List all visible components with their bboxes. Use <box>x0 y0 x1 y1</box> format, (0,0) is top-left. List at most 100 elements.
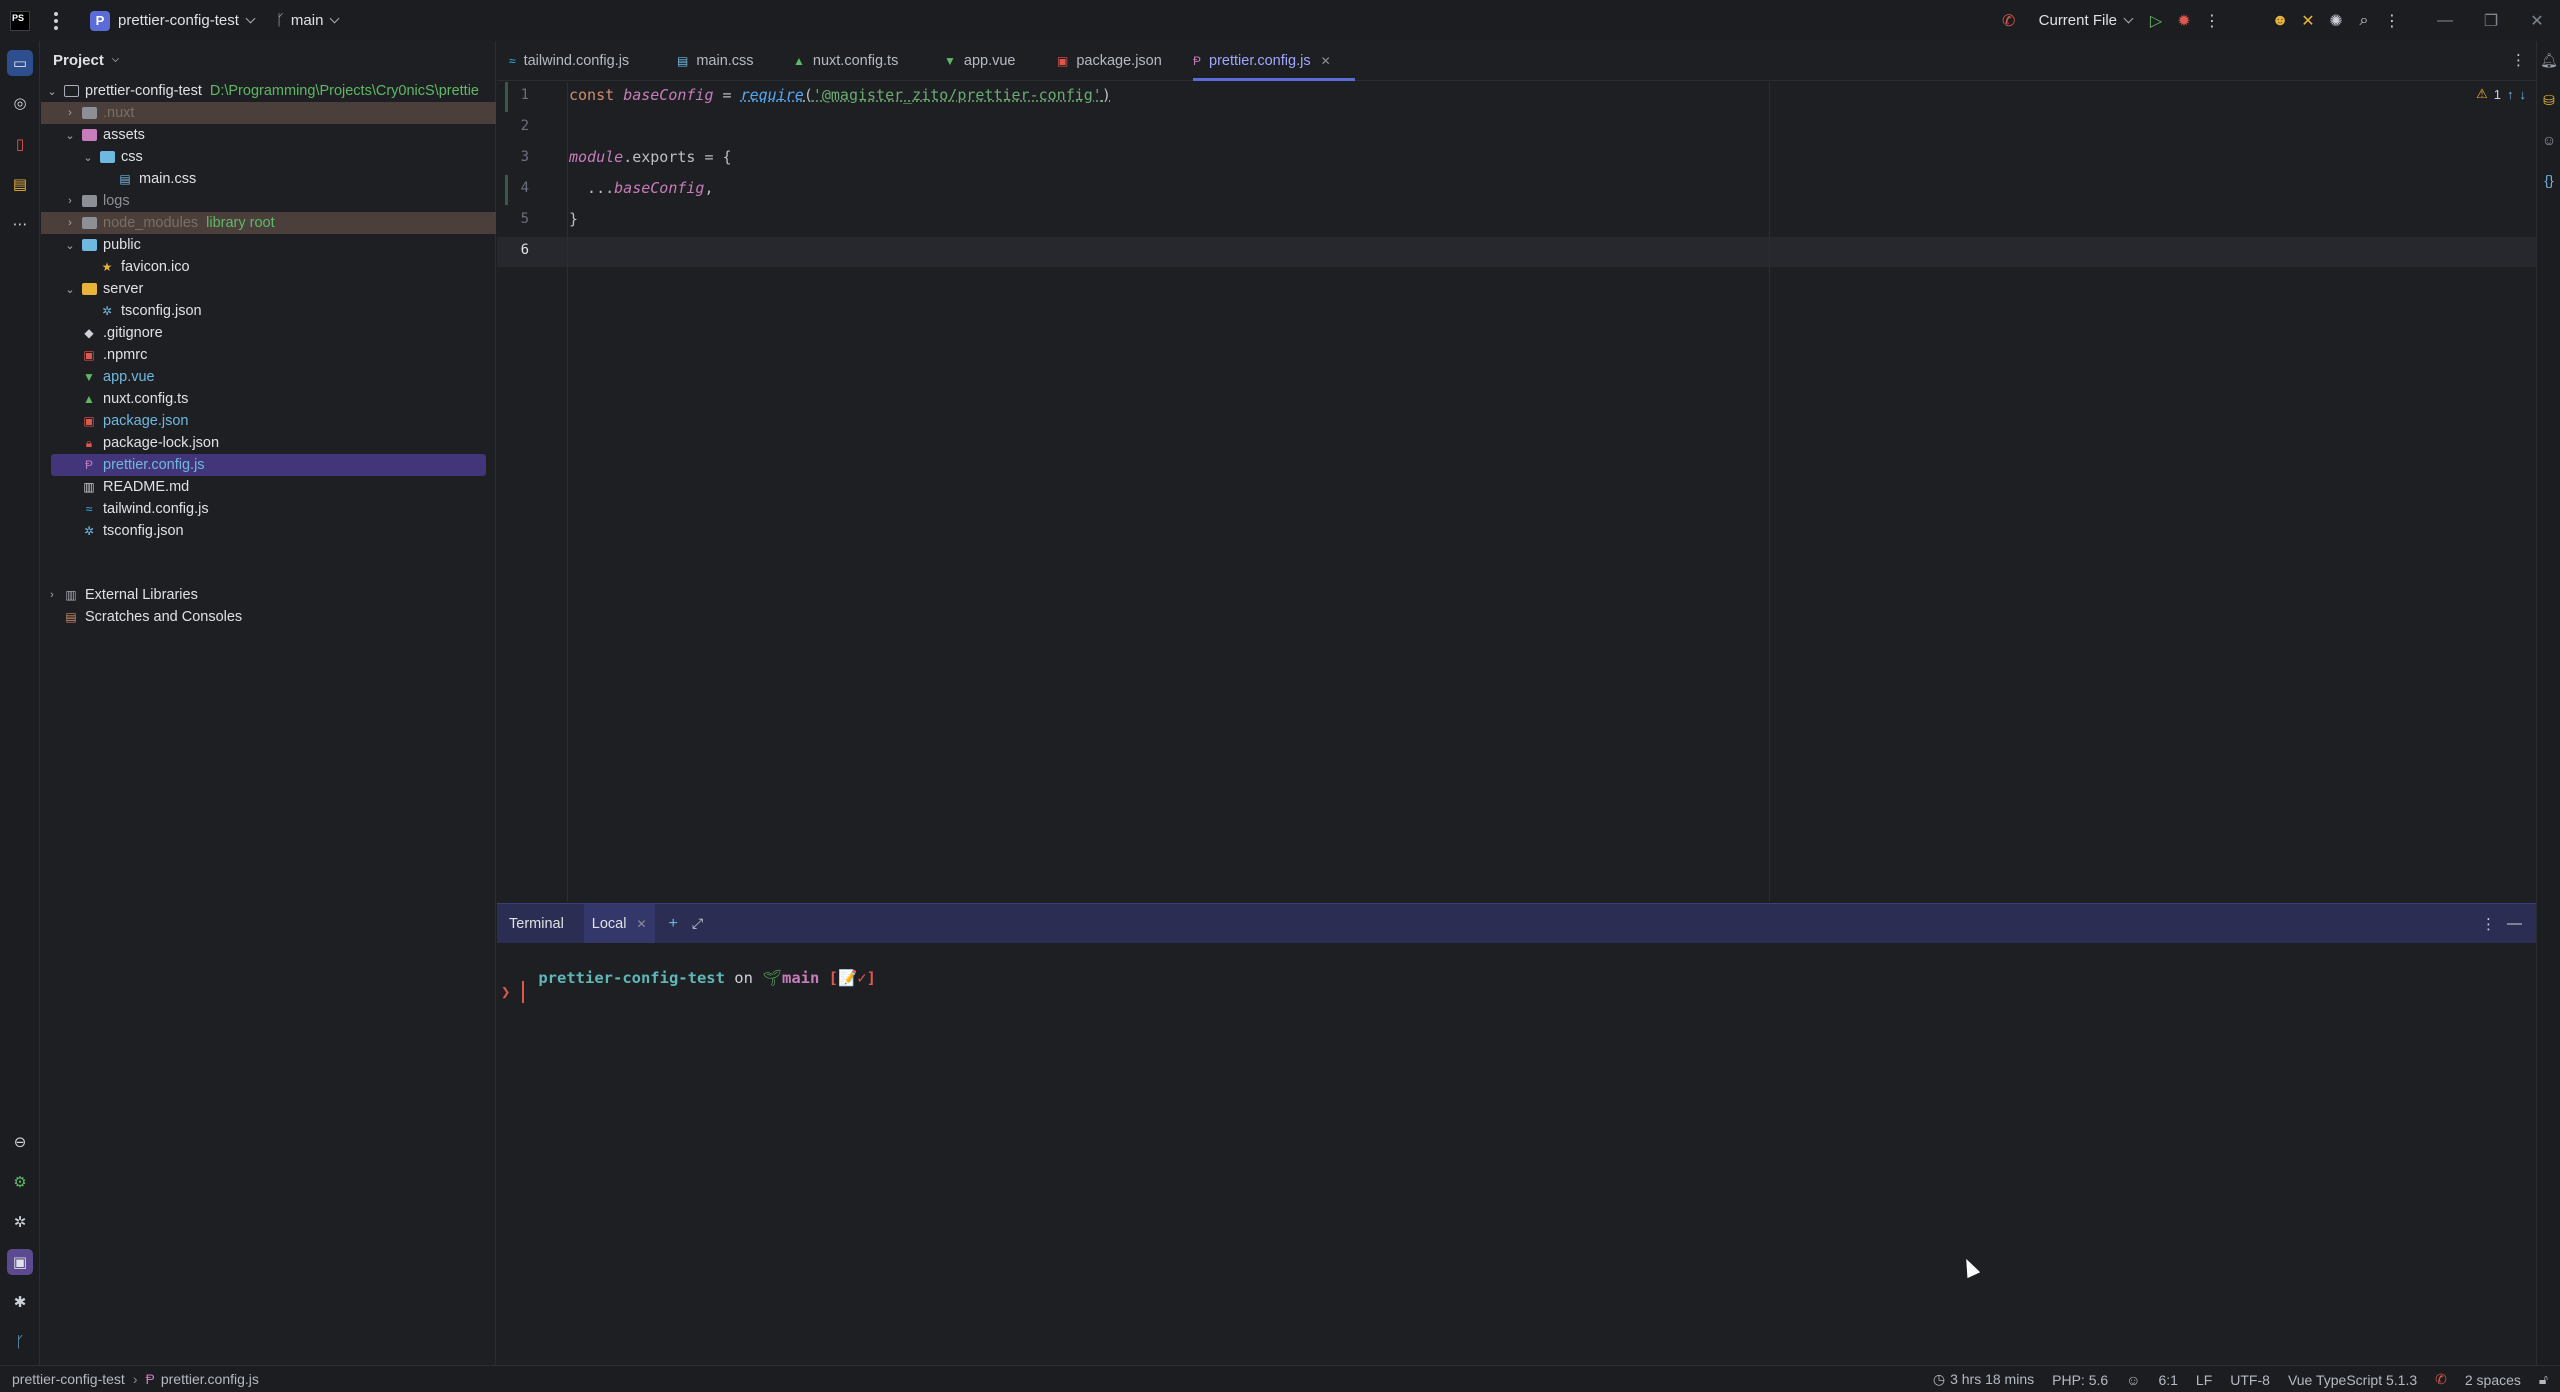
tree-file[interactable]: ≈ tailwind.config.js <box>41 498 496 520</box>
tree-file[interactable]: ▤ main.css <box>41 168 496 190</box>
minimize-window-button[interactable]: — <box>2422 0 2468 41</box>
project-tool-icon[interactable]: ▭ <box>7 50 33 76</box>
problems-icon[interactable]: ✱ <box>7 1289 33 1315</box>
ai-chat-icon[interactable]: ☺ <box>2539 129 2559 151</box>
breadcrumb-project[interactable]: prettier-config-test <box>12 1371 125 1387</box>
chevron-right-icon[interactable]: › <box>63 107 77 119</box>
services-icon[interactable]: ⊖ <box>7 1129 33 1155</box>
ai-status-icon[interactable]: ☺ <box>2126 1372 2140 1388</box>
tree-folder[interactable]: › logs <box>41 190 496 212</box>
file-encoding[interactable]: UTF-8 <box>2230 1372 2270 1388</box>
folder-shape <box>81 283 97 295</box>
tree-folder[interactable]: ⌄ public <box>41 234 496 256</box>
tree-file[interactable]: ▥ README.md <box>41 476 496 498</box>
prettier-icon: Ᵽ <box>84 458 93 472</box>
project-selector[interactable]: P prettier-config-test <box>84 7 260 35</box>
chevron-down-icon[interactable]: ⌄ <box>81 151 95 164</box>
terminal-tool-icon[interactable]: ▣ <box>7 1249 33 1275</box>
tree-root[interactable]: ⌄ prettier-config-test D:\Programming\Pr… <box>41 80 496 102</box>
phpstorm-logo-icon[interactable]: PS <box>10 10 30 31</box>
close-terminal-tab-icon[interactable]: ✕ <box>636 917 646 931</box>
terminal-output[interactable]: prettier-config-test on 🌱︎main [📝✓] ❯ <box>497 943 2536 1365</box>
tree-file[interactable]: ✲ tsconfig.json <box>41 520 496 542</box>
json-structure-icon[interactable]: {} <box>2539 169 2559 191</box>
tab-package-json[interactable]: ▣ package.json <box>1057 41 1162 81</box>
tree-file[interactable]: 🔒︎ package-lock.json <box>41 432 496 454</box>
tree-scratches[interactable]: ▤ Scratches and Consoles <box>41 606 496 628</box>
code-editor[interactable]: 1 2 3 4 5 6 const baseConfig = require('… <box>497 82 2536 902</box>
line-separator[interactable]: LF <box>2196 1372 2212 1388</box>
tree-external-libraries[interactable]: › ▥ External Libraries <box>41 584 496 606</box>
terminal-tab-local[interactable]: Local ✕ <box>583 903 655 944</box>
language-service[interactable]: Vue TypeScript 5.1.3 <box>2288 1372 2417 1388</box>
tree-folder[interactable]: ⌄ server <box>41 278 496 300</box>
tree-file[interactable]: ★ favicon.ico <box>41 256 496 278</box>
npm-tool-icon[interactable]: ▯ <box>7 131 33 157</box>
tree-file[interactable]: ◆ .gitignore <box>41 322 496 344</box>
inspection-widget[interactable]: ⚠ 1 ↑ ↓ <box>2476 86 2526 102</box>
caret-position[interactable]: 6:1 <box>2158 1372 2177 1388</box>
php-level[interactable]: PHP: 5.6 <box>2052 1372 2108 1388</box>
build-tools-icon[interactable]: ✕ <box>2294 7 2322 35</box>
chevron-right-icon[interactable]: › <box>63 195 77 207</box>
run-icon[interactable]: ▷ <box>2142 7 2170 35</box>
chevron-right-icon[interactable]: › <box>63 217 77 229</box>
tree-file[interactable]: Ᵽprettier.config.js <box>51 454 486 476</box>
project-panel-header[interactable]: Project <box>41 41 495 79</box>
close-window-button[interactable]: ✕ <box>2514 0 2560 41</box>
previous-highlight-icon[interactable]: ↑ <box>2507 87 2514 102</box>
tree-folder[interactable]: ⌄ assets <box>41 124 496 146</box>
tree-file[interactable]: ✲ tsconfig.json <box>41 300 496 322</box>
restore-window-button[interactable]: ❐ <box>2468 0 2514 41</box>
plugins-icon[interactable]: ✲ <box>7 1209 33 1235</box>
tree-folder[interactable]: ⌄ css <box>41 146 496 168</box>
tree-file[interactable]: ▣ .npmrc <box>41 344 496 366</box>
time-tracker-widget[interactable]: ◷ 3 hrs 18 mins <box>1933 1371 2034 1388</box>
tab-prettier-config[interactable]: Ᵽ prettier.config.js ✕ <box>1193 41 1355 81</box>
expand-terminal-icon[interactable]: ⤢ <box>692 915 703 932</box>
github-icon[interactable]: ◎ <box>7 90 33 116</box>
tabs-more-icon[interactable]: ⋮ <box>2511 51 2526 69</box>
tree-file[interactable]: ▼ app.vue <box>41 366 496 388</box>
operator: = <box>713 86 741 104</box>
new-terminal-icon[interactable]: + <box>669 915 678 933</box>
read-only-lock-icon[interactable]: 🔓︎ <box>2539 1371 2548 1388</box>
database-icon[interactable]: ⛁ <box>2539 89 2559 111</box>
terminal-options-icon[interactable]: ⋮ <box>2481 915 2496 933</box>
code-with-me-status-icon[interactable]: ✆ <box>2435 1371 2447 1388</box>
tree-folder[interactable]: › .nuxt <box>41 102 496 124</box>
tree-file[interactable]: ▣ package.json <box>41 410 496 432</box>
indent-setting[interactable]: 2 spaces <box>2465 1372 2521 1388</box>
chevron-down-icon[interactable]: ⌄ <box>63 283 77 296</box>
database-tool-icon[interactable]: ▤ <box>7 171 33 197</box>
css-icon: ▤ <box>677 54 689 68</box>
run-settings-icon[interactable]: ⚙ <box>7 1169 33 1195</box>
run-configuration-selector[interactable]: Current File <box>2039 12 2134 29</box>
more-actions-icon[interactable]: ⋮ <box>2198 7 2226 35</box>
tab-main-css[interactable]: ▤ main.css <box>677 41 754 81</box>
settings-menu-icon[interactable]: ⋮ <box>2378 7 2406 35</box>
branch-selector[interactable]: ᚴ main <box>276 12 340 29</box>
tree-folder[interactable]: › node_modules library root <box>41 212 496 234</box>
chevron-down-icon[interactable]: ⌄ <box>63 239 77 252</box>
collaboration-icon[interactable]: ☻ <box>2266 7 2294 35</box>
debug-icon[interactable]: ✹ <box>2170 7 2198 35</box>
chevron-down-icon[interactable]: ⌄ <box>63 129 77 142</box>
tree-file[interactable]: ▲ nuxt.config.ts <box>41 388 496 410</box>
search-icon[interactable]: ⌕ <box>2350 7 2378 35</box>
code-with-me-icon[interactable]: ✆ <box>1995 7 2023 35</box>
ai-assistant-icon[interactable]: ✺ <box>2322 7 2350 35</box>
main-menu-icon[interactable] <box>46 9 66 33</box>
tab-tailwind-config[interactable]: ≈ tailwind.config.js <box>509 41 629 81</box>
notifications-icon[interactable]: 🔔︎ <box>2539 49 2559 71</box>
close-tab-icon[interactable]: ✕ <box>1321 54 1331 68</box>
breadcrumb-file[interactable]: prettier.config.js <box>161 1371 259 1387</box>
hide-terminal-icon[interactable]: — <box>2507 915 2522 932</box>
tab-app-vue[interactable]: ▼ app.vue <box>944 41 1016 81</box>
tree-item-label: package.json <box>103 413 189 429</box>
git-tool-icon[interactable]: ᚴ <box>7 1329 33 1355</box>
more-tools-icon[interactable]: ⋯ <box>7 211 33 237</box>
terminal-input-line[interactable]: ❯ <box>501 981 525 1003</box>
tab-nuxt-config[interactable]: ▲ nuxt.config.ts <box>793 41 898 81</box>
next-highlight-icon[interactable]: ↓ <box>2520 87 2527 102</box>
